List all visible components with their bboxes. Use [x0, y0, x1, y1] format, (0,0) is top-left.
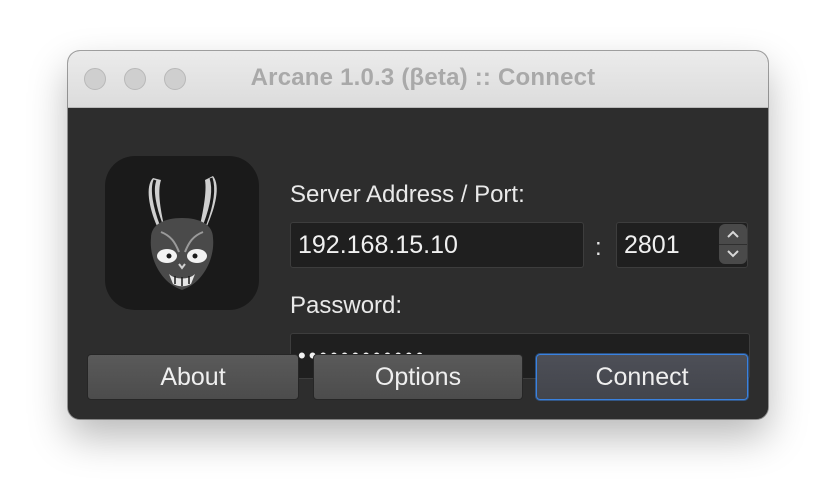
password-label: Password: [290, 292, 403, 319]
connect-window: Arcane 1.0.3 (βeta) :: Connect Server Ad… [68, 51, 768, 419]
window-title: Arcane 1.0.3 (βeta) :: Connect [250, 64, 596, 91]
connect-panel: Server Address / Port: 192.168.15.10 : 2… [68, 108, 768, 419]
chevron-down-icon[interactable] [719, 244, 747, 264]
connect-button[interactable]: Connect [536, 354, 748, 400]
rabbit-mask-icon [105, 156, 259, 310]
server-address-input[interactable]: 192.168.15.10 [290, 222, 584, 268]
options-button[interactable]: Options [313, 354, 523, 400]
chevron-up-icon[interactable] [719, 224, 747, 245]
port-separator: : [595, 234, 602, 261]
server-address-label: Server Address / Port: [290, 181, 525, 208]
title-bar[interactable]: Arcane 1.0.3 (βeta) :: Connect [68, 51, 768, 108]
port-stepper[interactable] [719, 224, 747, 264]
about-button[interactable]: About [87, 354, 299, 400]
